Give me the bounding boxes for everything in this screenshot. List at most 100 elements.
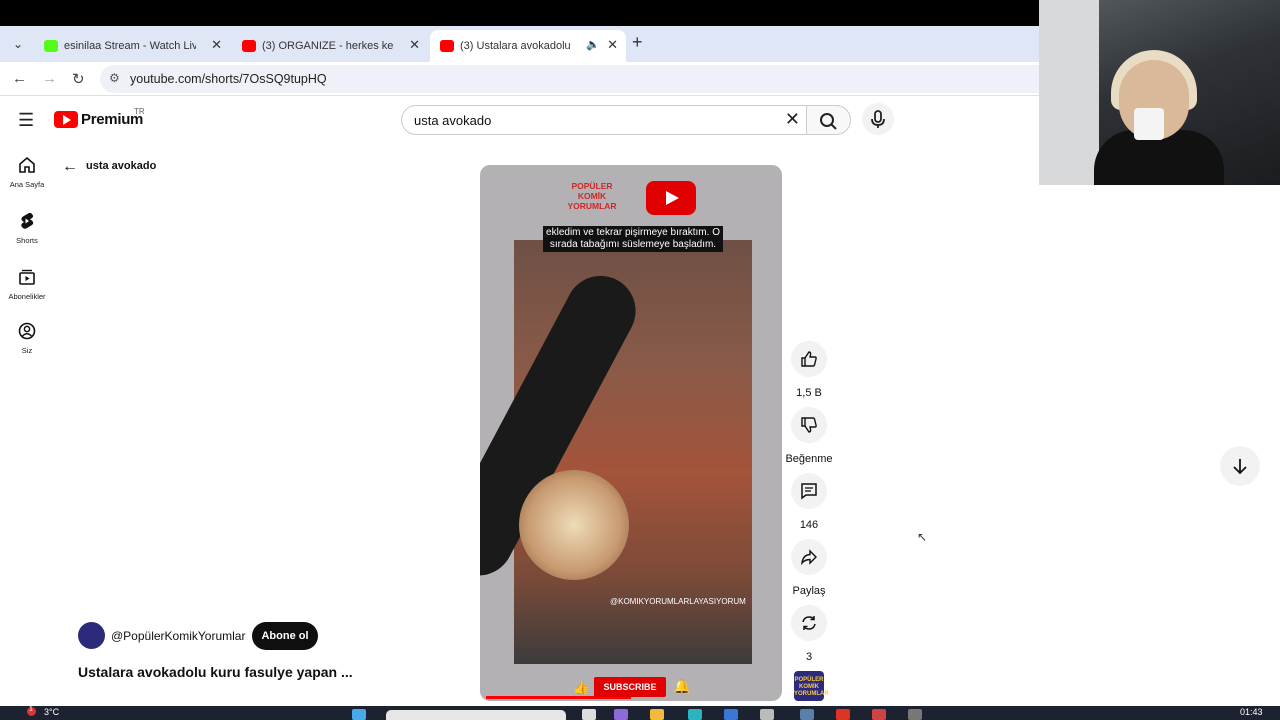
channel-overlay-logo: POPÜLER KOMİK YORUMLAR (567, 181, 617, 211)
thumbs-up-icon: 👍 (573, 680, 590, 695)
back-arrow-icon: ← (62, 158, 78, 175)
tab-title: esinilaa Stream - Watch Live on (64, 40, 196, 52)
dislike-button[interactable] (791, 407, 827, 443)
menu-icon[interactable]: ☰ (18, 110, 34, 131)
back-label: usta avokado (86, 160, 157, 172)
teams-icon[interactable] (614, 709, 628, 720)
back-to-search-link[interactable]: ← usta avokado (62, 158, 156, 176)
channel-avatar[interactable] (78, 622, 105, 649)
remix-action[interactable]: 3 (790, 605, 828, 663)
video-subscribe-overlay: SUBSCRIBE (594, 677, 666, 697)
sidebar-item-label: Abonelikler (8, 292, 46, 301)
tab-strip: ⌄ esinilaa Stream - Watch Live on ✕ (3) … (0, 26, 1040, 62)
reload-icon[interactable]: ↻ (72, 70, 85, 88)
share-icon (801, 549, 817, 566)
share-button[interactable] (791, 539, 827, 575)
like-button[interactable] (791, 341, 827, 377)
short-title[interactable]: Ustalara avokadolu kuru fasulye yapan ..… (78, 664, 353, 680)
remix-button[interactable] (791, 605, 827, 641)
youtube-favicon-icon (440, 40, 454, 52)
site-info-icon[interactable]: ⚙ (109, 71, 120, 85)
account-icon (18, 322, 36, 340)
url-field[interactable]: ⚙ youtube.com/shorts/7OsSQ9tupHQ (100, 65, 1040, 93)
remix-count: 3 (805, 651, 813, 663)
sidebar-item-you[interactable]: Siz (0, 322, 54, 355)
speaker-icon[interactable]: 🔈 (586, 38, 600, 51)
comment-count: 146 (799, 519, 819, 531)
like-action[interactable]: 1,5 B (790, 341, 828, 399)
bell-icon: 🔔 (673, 678, 691, 694)
youtube-play-icon (54, 111, 78, 128)
youtube-play-button-icon (646, 181, 696, 215)
arrow-down-icon (1233, 459, 1247, 475)
app-icon[interactable] (872, 709, 886, 720)
app-icon[interactable] (760, 709, 774, 720)
weather-text: 3°C (44, 707, 60, 717)
shorts-icon (21, 212, 34, 229)
new-tab-button[interactable]: + (632, 32, 643, 53)
subscriptions-icon (19, 269, 35, 285)
youtube-favicon-icon (242, 40, 256, 52)
channel-handle[interactable]: @PopülerKomikYorumlar (111, 629, 245, 643)
tab-kick-stream[interactable]: esinilaa Stream - Watch Live on ✕ (34, 30, 230, 62)
next-short-button[interactable] (1220, 446, 1260, 486)
sidebar-item-label: Shorts (16, 236, 38, 245)
youtube-header: ☰ Premium TR usta avokado ✕ (0, 100, 1040, 140)
thumbs-down-icon (801, 417, 817, 433)
sidebar-item-shorts[interactable]: Shorts (0, 212, 54, 245)
app-icon[interactable] (800, 709, 814, 720)
subscribe-button[interactable]: Abone ol (252, 622, 318, 650)
comments-action[interactable]: 146 (790, 473, 828, 531)
search-value: usta avokado (414, 113, 492, 128)
explorer-icon[interactable] (650, 709, 664, 720)
close-tab-icon[interactable]: ✕ (409, 37, 420, 53)
url-text: youtube.com/shorts/7OsSQ9tupHQ (130, 72, 327, 86)
app-icon[interactable] (908, 709, 922, 720)
forward-arrow-icon[interactable]: → (42, 70, 57, 87)
tab-title: (3) ORGANIZE - herkes kendine (262, 40, 394, 52)
store-icon[interactable] (724, 709, 738, 720)
video-watermark: @KOMIKYORUMLARLAYASIYORUM (610, 597, 746, 606)
channel-thumbnail[interactable]: POPÜLER KOMİK YORUMLAR (794, 671, 829, 701)
tab-ustalara[interactable]: (3) Ustalara avokadolu kuru 🔈 ✕ (430, 30, 626, 62)
kick-favicon-icon (44, 40, 58, 52)
channel-thumb-text: POPÜLER KOMİK YORUMLAR (794, 677, 829, 697)
video-caption: ekledim ve tekrar pişirmeye bıraktım. O … (543, 226, 723, 252)
clock: 01:43 (1240, 707, 1263, 717)
comments-button[interactable] (791, 473, 827, 509)
taskbar-search[interactable] (386, 710, 566, 720)
tab-search-chevron-icon[interactable]: ⌄ (8, 34, 28, 54)
voice-search-button[interactable] (862, 103, 894, 135)
task-view-icon[interactable] (582, 709, 596, 720)
mouse-cursor-icon: ↖ (917, 530, 928, 544)
dislike-action[interactable]: Beğenme (785, 407, 833, 465)
edge-icon[interactable] (688, 709, 702, 720)
like-count: 1,5 B (796, 387, 822, 399)
thumbs-up-icon (801, 351, 817, 367)
close-tab-icon[interactable]: ✕ (607, 37, 618, 53)
sidebar-item-label: Ana Sayfa (9, 180, 45, 189)
clear-search-icon[interactable]: ✕ (785, 109, 800, 130)
share-action[interactable]: Paylaş (790, 539, 828, 597)
remix-icon (802, 616, 816, 630)
close-tab-icon[interactable]: ✕ (211, 37, 222, 53)
sidebar-item-subscriptions[interactable]: Abonelikler (0, 268, 54, 301)
microphone-icon (871, 110, 885, 128)
app-icon[interactable] (836, 709, 850, 720)
start-icon[interactable] (352, 709, 366, 720)
tab-title: (3) Ustalara avokadolu kuru (460, 40, 572, 52)
dislike-label: Beğenme (785, 453, 833, 465)
os-taskbar: 1 3°C 01:43 (0, 706, 1280, 720)
sidebar-item-label: Siz (21, 346, 33, 355)
tab-organize[interactable]: (3) ORGANIZE - herkes kendine ✕ (232, 30, 428, 62)
region-code: TR (134, 107, 145, 116)
share-label: Paylaş (792, 585, 826, 597)
search-button[interactable] (806, 105, 851, 135)
back-arrow-icon[interactable]: ← (12, 70, 27, 87)
comment-icon (801, 483, 817, 500)
search-input[interactable]: usta avokado ✕ (401, 105, 807, 135)
short-video-player[interactable]: POPÜLER KOMİK YORUMLAR @KOMIKYORUMLARLAY… (480, 165, 782, 701)
home-icon (19, 156, 35, 173)
sidebar-item-home[interactable]: Ana Sayfa (0, 156, 54, 189)
video-frame: @KOMIKYORUMLARLAYASIYORUM (480, 240, 752, 664)
